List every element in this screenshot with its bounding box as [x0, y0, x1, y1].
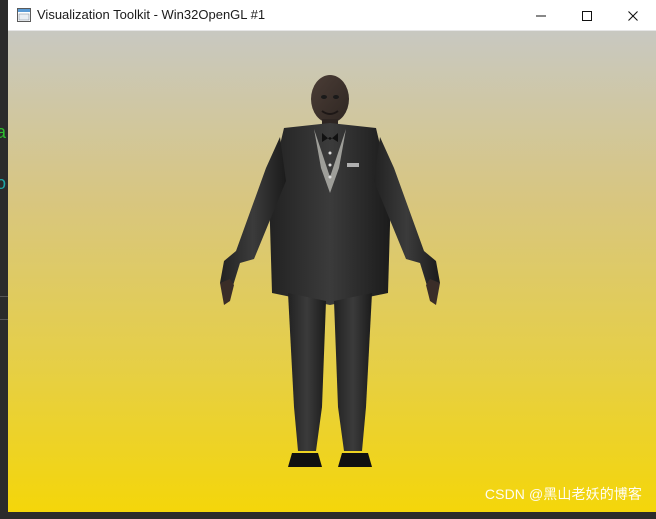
- close-button[interactable]: [610, 0, 656, 31]
- background-text-o: o: [0, 173, 7, 193]
- right-leg: [334, 293, 372, 451]
- right-hand: [426, 279, 440, 305]
- left-hand: [220, 279, 234, 305]
- human-character-3d-model[interactable]: [206, 73, 454, 475]
- background-window-strip: a o: [0, 0, 8, 519]
- window-app-icon: [17, 8, 31, 22]
- background-text-a: a: [0, 122, 7, 142]
- window-titlebar[interactable]: Visualization Toolkit - Win32OpenGL #1: [8, 0, 656, 31]
- watermark: CSDN @黑山老妖的博客: [484, 486, 642, 502]
- maximize-icon: [582, 10, 592, 21]
- left-shoe: [288, 453, 322, 467]
- window-title: Visualization Toolkit - Win32OpenGL #1: [37, 7, 266, 22]
- right-shoe: [338, 453, 372, 467]
- minimize-button[interactable]: [518, 0, 564, 31]
- suit-jacket: [269, 123, 391, 305]
- maximize-button[interactable]: [564, 0, 610, 31]
- minimize-icon: [536, 15, 546, 16]
- close-icon: [628, 10, 638, 21]
- vtk-window: Visualization Toolkit - Win32OpenGL #1 C…: [8, 0, 656, 512]
- background-divider-2: [0, 319, 8, 320]
- character-head: [311, 75, 349, 123]
- pocket-square: [347, 163, 359, 167]
- render-viewport[interactable]: CSDN @黑山老妖的博客: [8, 31, 656, 512]
- left-leg: [288, 293, 326, 451]
- background-divider-1: [0, 296, 8, 297]
